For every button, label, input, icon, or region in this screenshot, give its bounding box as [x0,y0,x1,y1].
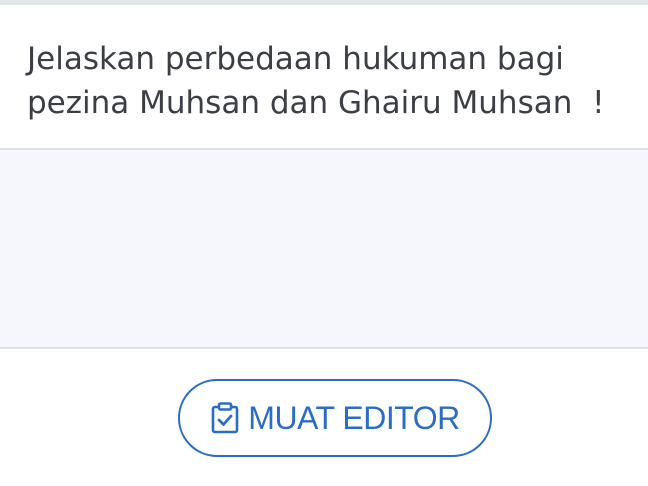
question-text: Jelaskan perbedaan hukuman bagi pezina M… [27,41,605,121]
answer-area[interactable] [0,150,648,349]
load-editor-button[interactable]: MUAT EDITOR [178,379,492,457]
editor-footer: MUAT EDITOR [0,349,648,486]
load-editor-label: MUAT EDITOR [248,399,460,436]
question-panel: Jelaskan perbedaan hukuman bagi pezina M… [0,5,648,150]
clipboard-check-icon [210,402,240,434]
